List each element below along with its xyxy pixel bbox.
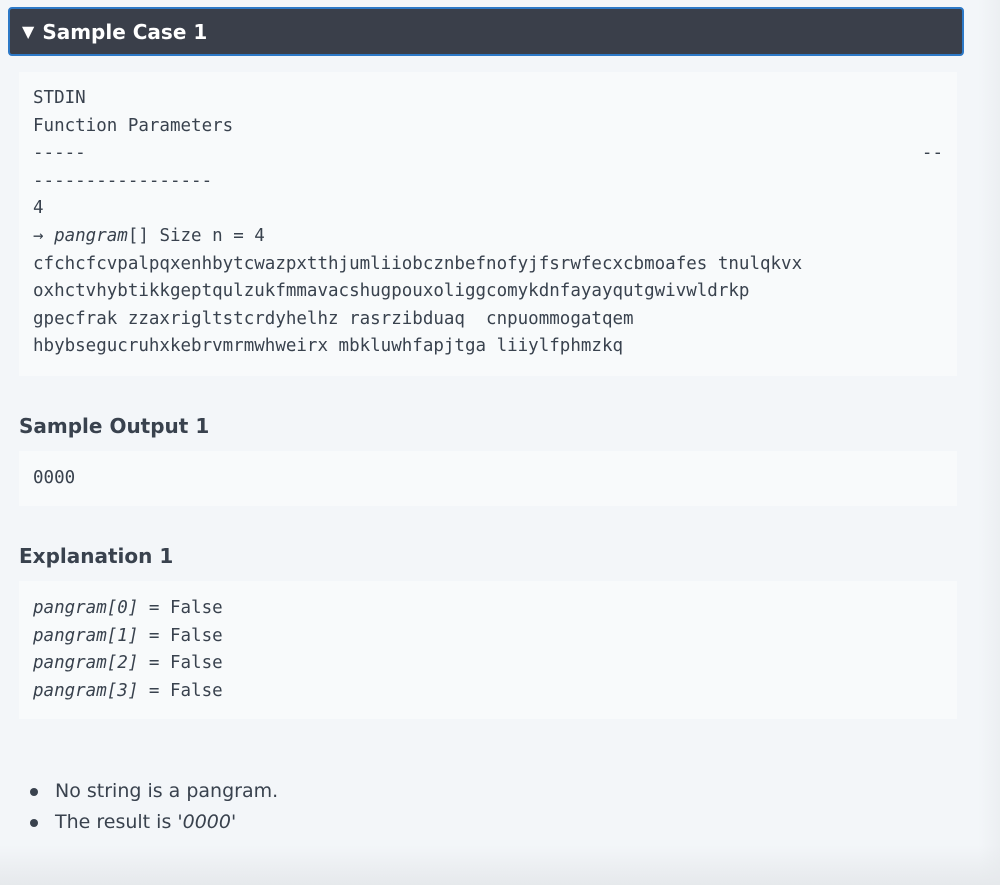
separator-wrap: ----------------- <box>33 170 213 191</box>
param-name: pangram <box>54 225 128 246</box>
result-value: '0000' <box>177 811 237 833</box>
explanation-row: pangram[0] = False <box>33 595 943 623</box>
param-description: → pangram[] Size n = 4 <box>33 223 943 251</box>
input-string: hbybsegucruhxkebrvmrmwhweirx mbkluwhfapj… <box>33 336 624 357</box>
bullet-item: The result is '0000' <box>27 807 278 838</box>
sample-output-block: 0000 <box>19 451 957 506</box>
input-string: oxhctvhybtikkgeptqulzukfmmavacshugpouxol… <box>33 281 750 302</box>
explanation-result: = False <box>138 625 223 646</box>
input-string: gpecfrak zzaxrigltstcrdyhelhz rasrzibdua… <box>33 308 634 329</box>
bullet-dot-icon <box>30 819 38 827</box>
sample-case-toggle[interactable]: ▼ Sample Case 1 <box>8 7 964 56</box>
explanation-heading: Explanation 1 <box>19 544 174 568</box>
explanation-result: = False <box>138 598 223 618</box>
explanation-result: = False <box>138 680 223 701</box>
bullet-dot-icon <box>30 788 38 796</box>
explanation-expr: pangram[0] <box>33 598 139 618</box>
bottom-fade <box>0 845 1000 885</box>
explanation-bullets: No string is a pangram. The result is '0… <box>27 776 278 838</box>
explanation-expr: pangram[2] <box>33 653 139 674</box>
explanation-row: pangram[1] = False <box>33 623 943 651</box>
sample-output-heading: Sample Output 1 <box>19 414 210 438</box>
separator-right: -- <box>921 143 943 164</box>
bullet-text: No string is a pangram. <box>55 780 279 802</box>
bullet-text: The result is <box>55 811 178 833</box>
explanation-expr: pangram[3] <box>33 680 139 701</box>
function-parameters-label: Function Parameters <box>33 115 234 136</box>
explanation-row: pangram[3] = False <box>33 678 943 706</box>
bullet-item: No string is a pangram. <box>27 776 278 807</box>
input-count: 4 <box>33 198 44 219</box>
stdin-label: STDIN <box>33 88 86 108</box>
sample-output-value: 0000 <box>33 468 76 488</box>
explanation-row: pangram[2] = False <box>33 650 943 678</box>
arrow-icon: → <box>33 225 55 246</box>
stdin-code-block: STDIN Function Parameters ----- -- -----… <box>19 72 957 376</box>
param-size: [] Size n = 4 <box>127 225 265 246</box>
triangle-down-icon: ▼ <box>22 21 35 41</box>
explanation-code-block: pangram[0] = False pangram[1] = False pa… <box>19 581 957 719</box>
explanation-expr: pangram[1] <box>33 625 139 646</box>
separator-line: ----- -- <box>33 140 943 168</box>
input-string: cfchcfcvpalpqxenhbytcwazpxtthjumliiobczn… <box>33 253 803 274</box>
scroll-edge-shade <box>978 0 1000 885</box>
separator-left: ----- <box>33 143 86 164</box>
explanation-result: = False <box>138 653 223 674</box>
sample-case-title: Sample Case 1 <box>42 19 208 44</box>
